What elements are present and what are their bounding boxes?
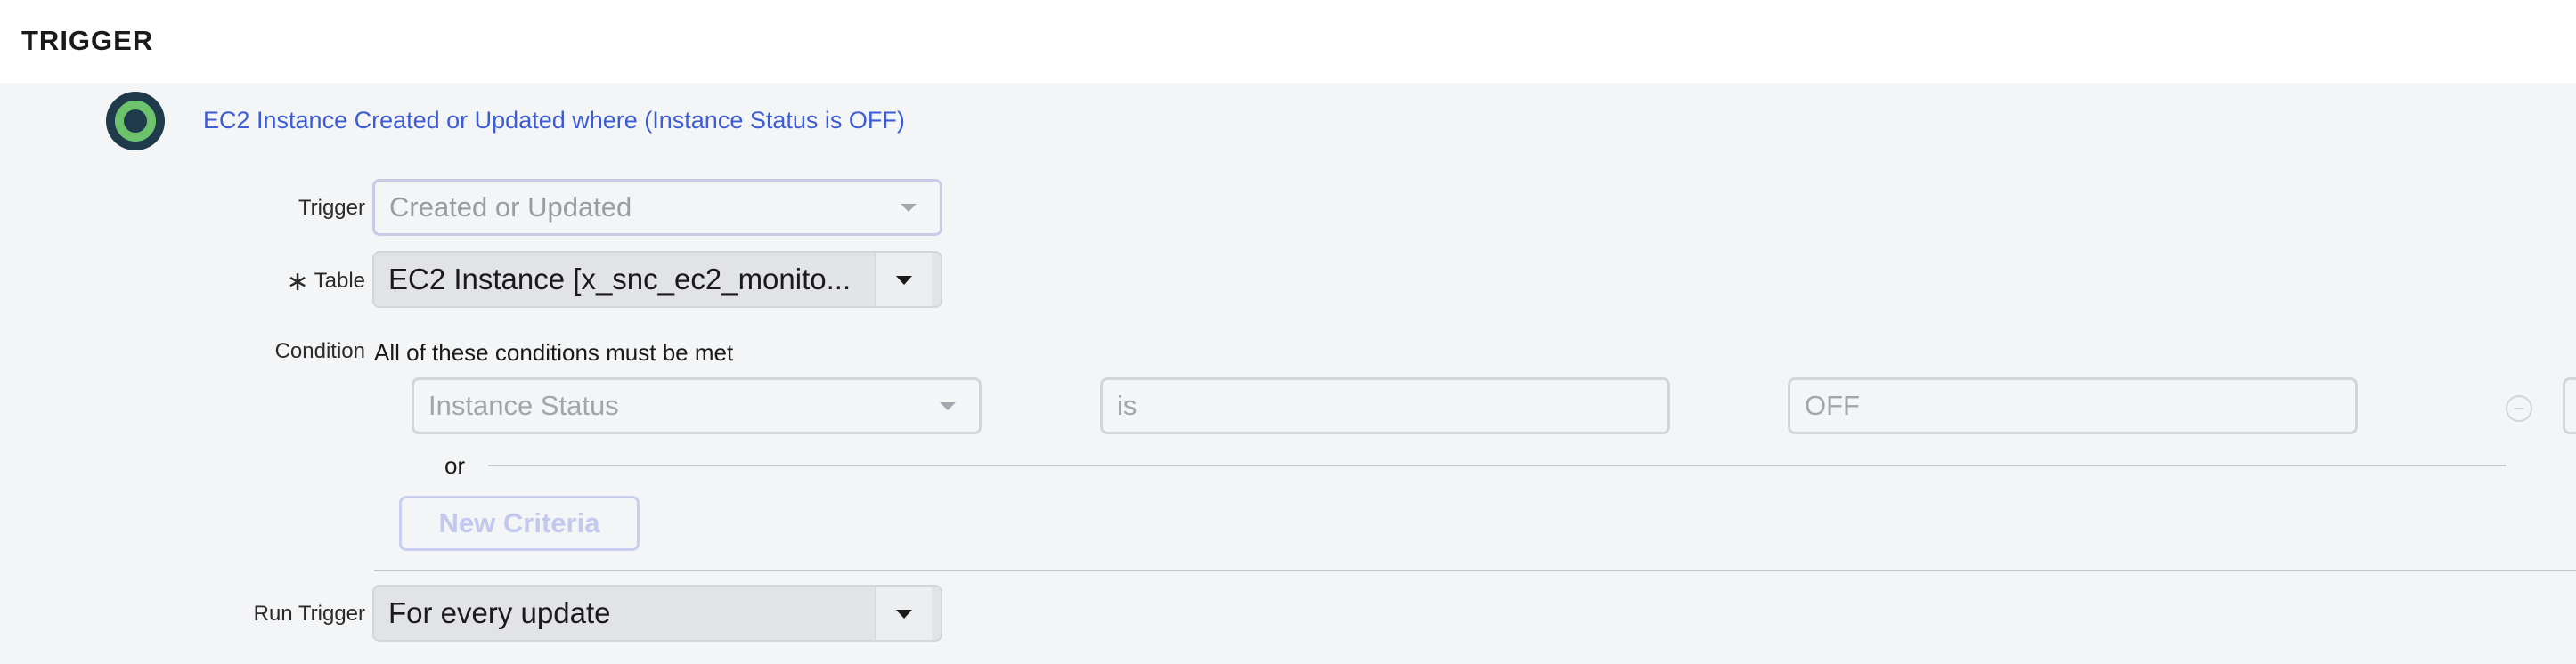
condition-field-select[interactable]: Instance Status xyxy=(412,377,982,434)
run-trigger-select-value: For every update xyxy=(388,596,611,629)
condition-operator-input[interactable]: is xyxy=(1100,377,1670,434)
trigger-panel xyxy=(0,83,2576,664)
chevron-down-icon xyxy=(901,204,917,212)
condition-value-input[interactable]: OFF xyxy=(1788,377,2358,434)
required-icon: ∗ xyxy=(286,267,309,296)
condition-label: Condition xyxy=(274,339,365,363)
section-title: TRIGGER xyxy=(21,25,154,56)
trigger-select[interactable]: Created or Updated xyxy=(372,179,942,236)
chevron-down-icon xyxy=(940,402,956,410)
chevron-down-icon[interactable] xyxy=(875,587,932,640)
run-trigger-label: Run Trigger xyxy=(253,602,365,626)
table-select[interactable]: EC2 Instance [x_snc_ec2_monito... xyxy=(372,251,942,308)
section-divider xyxy=(374,570,2576,571)
trigger-label: Trigger xyxy=(298,196,365,220)
run-trigger-select[interactable]: For every update xyxy=(372,585,942,642)
trigger-summary-link[interactable]: EC2 Instance Created or Updated where (I… xyxy=(203,107,905,134)
chevron-down-icon[interactable] xyxy=(875,253,932,306)
table-select-value: EC2 Instance [x_snc_ec2_monito... xyxy=(388,263,852,296)
or-divider xyxy=(488,465,2506,466)
trigger-select-value: Created or Updated xyxy=(389,191,632,223)
table-label-group: ∗ Table xyxy=(98,266,365,297)
condition-description: All of these conditions must be met xyxy=(374,339,734,366)
condition-add-button[interactable] xyxy=(2563,377,2576,434)
table-label: Table xyxy=(314,269,365,293)
condition-value-text: OFF xyxy=(1805,390,1860,421)
condition-operator-value: is xyxy=(1117,390,1137,421)
new-criteria-button[interactable]: New Criteria xyxy=(399,496,640,551)
trigger-status-icon xyxy=(106,92,165,150)
condition-field-value: Instance Status xyxy=(428,390,619,421)
page-header: TRIGGER xyxy=(0,0,2576,83)
or-label: or xyxy=(444,452,466,479)
remove-condition-icon[interactable] xyxy=(2506,395,2532,422)
